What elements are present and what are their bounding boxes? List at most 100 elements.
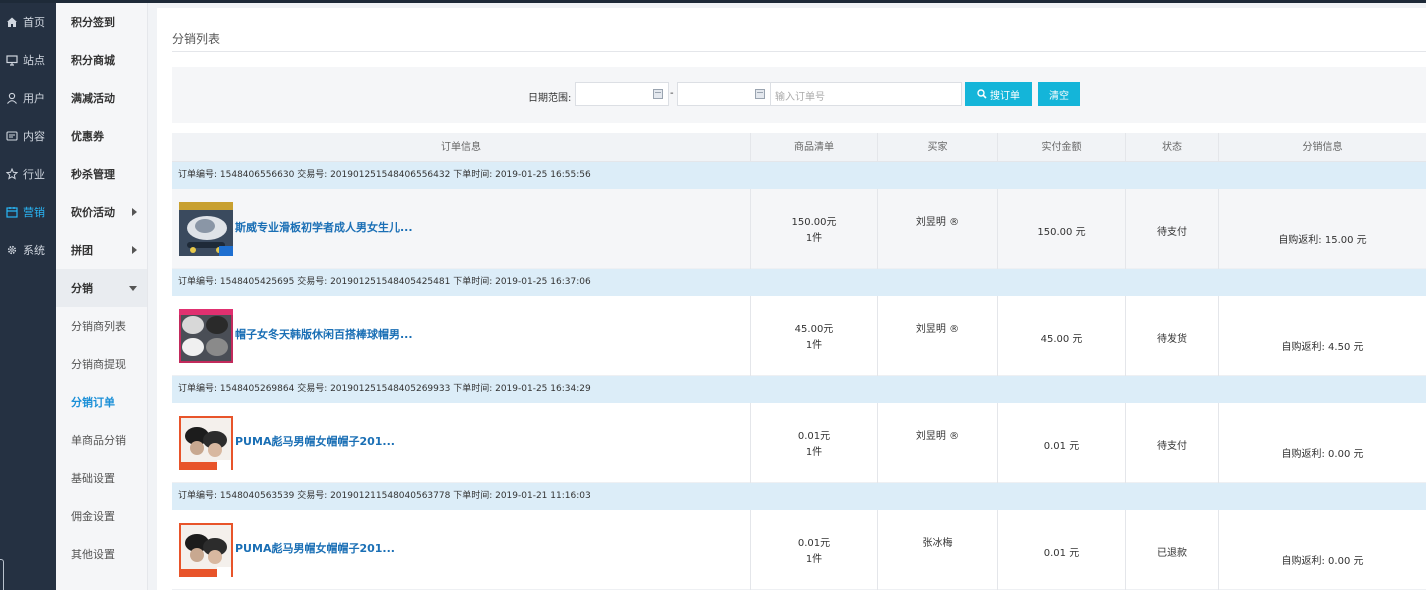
top-bar — [0, 0, 1426, 3]
nav-item-marketing[interactable]: 营销 — [0, 193, 56, 231]
sub-nav-item-flash-sale[interactable]: 秒杀管理 — [56, 155, 147, 193]
sub-nav-item-single-product[interactable]: 单商品分销 — [56, 421, 147, 459]
nav-scroll-handle[interactable] — [0, 559, 4, 590]
search-order-button[interactable]: 搜订单 — [965, 82, 1032, 106]
nav-item-home[interactable]: 首页 — [0, 3, 56, 41]
buyer-cell: 张冰梅 — [877, 510, 997, 590]
order-info-bar: 订单编号: 1548040563539 交易号: 201901211548040… — [172, 483, 1426, 510]
sub-nav-label: 满减活动 — [71, 92, 115, 105]
rebate-info: 自购返利: 0.00 元 — [1281, 449, 1364, 460]
caps-thumbnail[interactable] — [179, 309, 233, 363]
orders-table: 订单信息 商品清单 买家 实付金额 状态 分销信息 订单编号: 15484065… — [172, 133, 1426, 590]
col-order-info: 订单信息 — [441, 142, 481, 153]
product-cell: PUMA彪马男帽女帽帽子201... — [172, 403, 750, 483]
items-cell: 0.01元 1件 — [750, 510, 877, 590]
product-link[interactable]: 斯威专业滑板初学者成人男女生儿... — [235, 219, 413, 235]
status-cell: 已退款 — [1125, 510, 1218, 590]
sub-nav-label: 秒杀管理 — [71, 168, 115, 181]
order-number-input[interactable]: 输入订单号 — [770, 82, 962, 106]
sub-nav-item-coupon[interactable]: 优惠券 — [56, 117, 147, 155]
puma-cap-thumbnail[interactable] — [179, 523, 233, 577]
item-qty: 1件 — [805, 340, 823, 351]
distribution-cell: 自购返利: 15.00 元 — [1218, 189, 1426, 269]
item-price: 150.00元 — [791, 217, 837, 228]
order-status: 待发货 — [1157, 334, 1187, 345]
sub-nav-item-discount[interactable]: 满减活动 — [56, 79, 147, 117]
main-nav: 首页 站点 用户 内容 行业 营销 系统 — [0, 3, 56, 590]
sub-nav-label: 基础设置 — [71, 472, 115, 485]
sub-nav-item-commission[interactable]: 佣金设置 — [56, 497, 147, 535]
col-buyer: 买家 — [877, 133, 997, 162]
puma-cap-thumbnail[interactable] — [179, 416, 233, 470]
buyer-cell: 刘昱明 ® — [877, 403, 997, 483]
nav-label: 首页 — [23, 16, 45, 29]
buyer-name: 刘昱明 ® — [915, 431, 960, 442]
nav-item-industry[interactable]: 行业 — [0, 155, 56, 193]
sub-nav-label: 积分签到 — [71, 16, 115, 29]
nav-item-content[interactable]: 内容 — [0, 117, 56, 155]
sub-nav-label: 分销 — [71, 282, 93, 295]
nav-label: 站点 — [23, 54, 45, 67]
paid-cell: 45.00 元 — [997, 296, 1125, 376]
paid-amount: 0.01 元 — [1043, 548, 1080, 559]
nav-item-system[interactable]: 系统 — [0, 231, 56, 269]
nav-item-user[interactable]: 用户 — [0, 79, 56, 117]
buyer-name: 刘昱明 ® — [915, 217, 960, 228]
rebate-info: 自购返利: 15.00 元 — [1278, 235, 1367, 246]
nav-label: 行业 — [23, 168, 45, 181]
sub-nav-label: 其他设置 — [71, 548, 115, 561]
item-qty: 1件 — [805, 233, 823, 244]
star-icon — [5, 167, 19, 181]
date-end-input[interactable] — [677, 82, 771, 106]
chevron-right-icon — [132, 208, 137, 216]
distribution-cell: 自购返利: 0.00 元 — [1218, 510, 1426, 590]
product-link[interactable]: PUMA彪马男帽女帽帽子201... — [235, 433, 395, 449]
page-title: 分销列表 — [172, 32, 221, 46]
sub-nav-item-distribution[interactable]: 分销 — [56, 269, 147, 307]
sub-nav-item-other-settings[interactable]: 其他设置 — [56, 535, 147, 573]
product-link[interactable]: 帽子女冬天韩版休闲百搭棒球帽男... — [235, 326, 413, 342]
sub-nav-label: 佣金设置 — [71, 510, 115, 523]
order-info-bar: 订单编号: 1548406556630 交易号: 201901251548406… — [172, 162, 1426, 189]
sub-nav-item-group-buy[interactable]: 拼团 — [56, 231, 147, 269]
order-status: 待支付 — [1157, 441, 1187, 452]
sub-nav-label: 分销商列表 — [71, 320, 126, 333]
buyer-name: 张冰梅 — [922, 538, 953, 549]
date-start-input[interactable] — [575, 82, 669, 106]
sub-nav-item-bargain[interactable]: 砍价活动 — [56, 193, 147, 231]
status-cell: 待支付 — [1125, 189, 1218, 269]
sub-nav-item-withdraw[interactable]: 分销商提现 — [56, 345, 147, 383]
sub-nav-item-points-mall[interactable]: 积分商城 — [56, 41, 147, 79]
buyer-name: 刘昱明 ® — [915, 324, 960, 335]
skateboard-thumbnail[interactable] — [179, 202, 233, 256]
buyer-cell: 刘昱明 ® — [877, 189, 997, 269]
col-status: 状态 — [1125, 133, 1218, 162]
sub-nav-item-distributor-list[interactable]: 分销商列表 — [56, 307, 147, 345]
sub-nav-label: 优惠券 — [71, 130, 104, 143]
status-cell: 待支付 — [1125, 403, 1218, 483]
gear-icon — [5, 243, 19, 257]
rebate-info: 自购返利: 0.00 元 — [1281, 556, 1364, 567]
item-price: 0.01元 — [797, 431, 831, 442]
date-separator: - — [670, 88, 674, 99]
sub-nav-item-sign-in[interactable]: 积分签到 — [56, 3, 147, 41]
product-cell: 斯威专业滑板初学者成人男女生儿... — [172, 189, 750, 269]
sub-nav-item-dist-orders[interactable]: 分销订单 — [56, 383, 147, 421]
item-price: 45.00元 — [794, 324, 834, 335]
sub-nav-label: 分销商提现 — [71, 358, 126, 371]
distribution-cell: 自购返利: 4.50 元 — [1218, 296, 1426, 376]
clear-button[interactable]: 清空 — [1038, 82, 1080, 106]
nav-label: 营销 — [23, 206, 45, 219]
nav-item-site[interactable]: 站点 — [0, 41, 56, 79]
item-qty: 1件 — [805, 447, 823, 458]
user-icon — [5, 91, 19, 105]
sub-nav-item-basic-settings[interactable]: 基础设置 — [56, 459, 147, 497]
items-cell: 150.00元 1件 — [750, 189, 877, 269]
main-panel: 分销列表 日期范围: - 输入订单号 搜订单 清空 订单信息 商品清单 买家 实… — [157, 8, 1426, 590]
divider — [172, 51, 1426, 52]
product-link[interactable]: PUMA彪马男帽女帽帽子201... — [235, 540, 395, 556]
filter-bar: 日期范围: - 输入订单号 搜订单 清空 — [172, 67, 1426, 123]
order-info-bar: 订单编号: 1548405269864 交易号: 201901251548405… — [172, 376, 1426, 403]
chevron-right-icon — [132, 246, 137, 254]
table-row: 斯威专业滑板初学者成人男女生儿... 150.00元 1件 刘昱明 ® 150.… — [172, 189, 1426, 269]
